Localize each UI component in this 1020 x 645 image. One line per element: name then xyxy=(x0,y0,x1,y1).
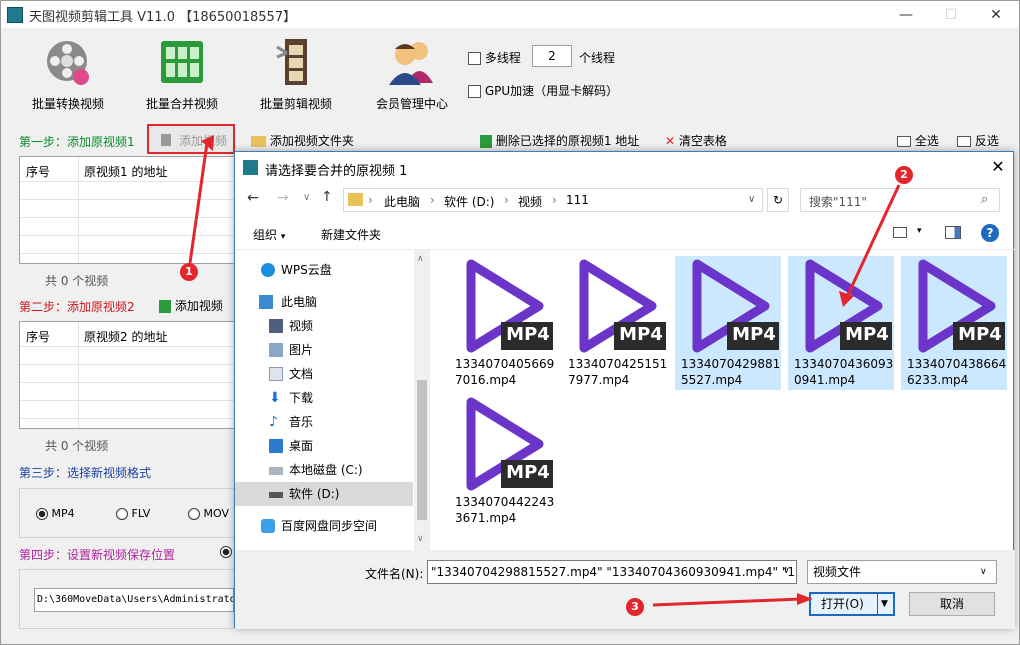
arrow-1 xyxy=(188,142,209,264)
arrow-2-head xyxy=(839,291,854,307)
arrow-2 xyxy=(844,184,901,300)
app-window: 天图视频剪辑工具 V11.0 【18650018557】 — ☐ ✕ 批量转换视… xyxy=(0,0,1020,645)
arrow-3 xyxy=(652,597,802,607)
annotation-arrows xyxy=(188,135,901,607)
arrow-3-head xyxy=(797,593,813,605)
